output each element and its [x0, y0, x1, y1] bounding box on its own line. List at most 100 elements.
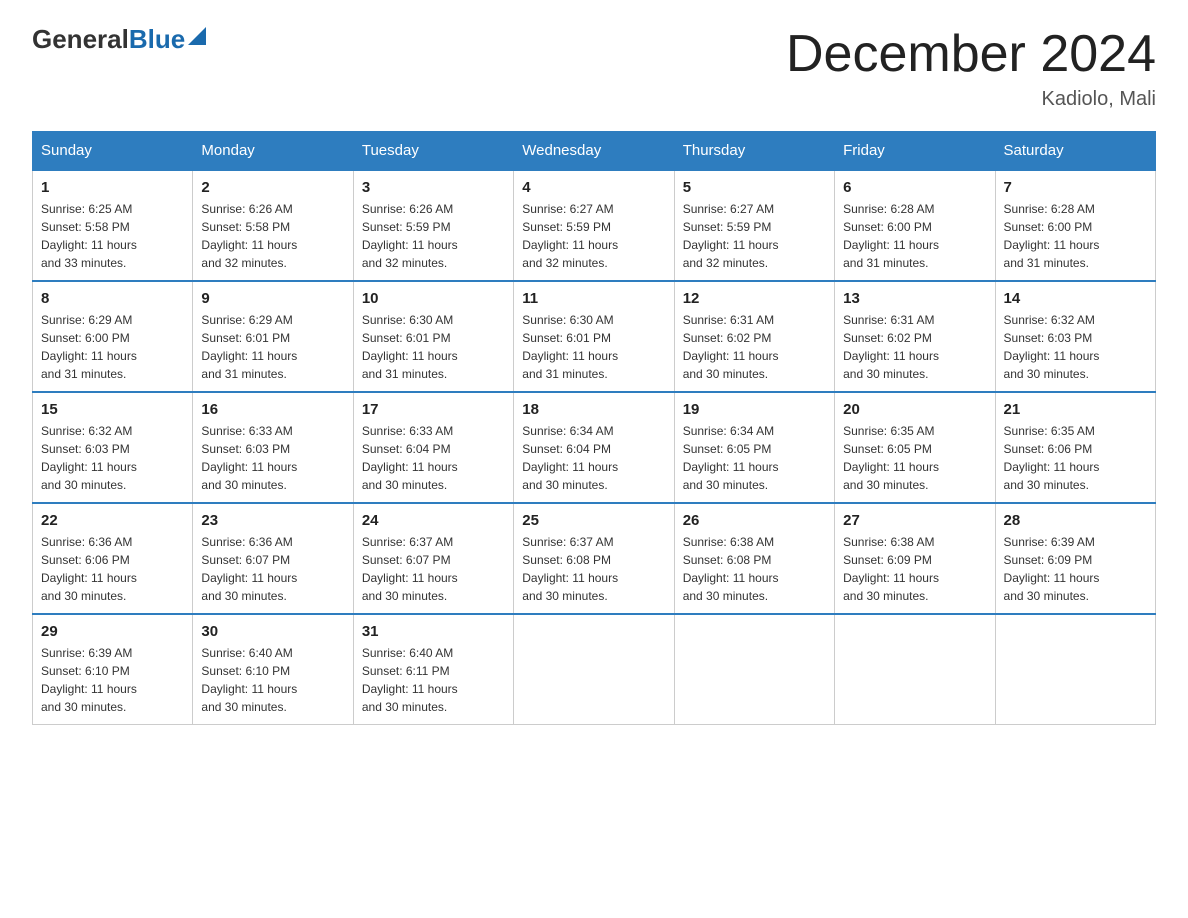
calendar-day-cell: 4 Sunrise: 6:27 AM Sunset: 5:59 PM Dayli… [514, 170, 674, 281]
day-number: 8 [41, 290, 184, 307]
day-number: 18 [522, 401, 665, 418]
day-number: 19 [683, 401, 826, 418]
calendar-day-cell: 28 Sunrise: 6:39 AM Sunset: 6:09 PM Dayl… [995, 503, 1155, 614]
calendar-header-tuesday: Tuesday [353, 132, 513, 171]
calendar-header-friday: Friday [835, 132, 995, 171]
day-number: 22 [41, 512, 184, 529]
day-number: 28 [1004, 512, 1147, 529]
day-number: 25 [522, 512, 665, 529]
calendar-day-cell: 9 Sunrise: 6:29 AM Sunset: 6:01 PM Dayli… [193, 281, 353, 392]
day-info: Sunrise: 6:35 AM Sunset: 6:06 PM Dayligh… [1004, 422, 1147, 494]
day-info: Sunrise: 6:31 AM Sunset: 6:02 PM Dayligh… [683, 311, 826, 383]
calendar-day-cell: 15 Sunrise: 6:32 AM Sunset: 6:03 PM Dayl… [33, 392, 193, 503]
day-number: 2 [201, 179, 344, 196]
day-number: 30 [201, 623, 344, 640]
calendar-day-cell: 22 Sunrise: 6:36 AM Sunset: 6:06 PM Dayl… [33, 503, 193, 614]
calendar-day-cell: 1 Sunrise: 6:25 AM Sunset: 5:58 PM Dayli… [33, 170, 193, 281]
calendar-day-cell: 20 Sunrise: 6:35 AM Sunset: 6:05 PM Dayl… [835, 392, 995, 503]
logo-blue-text: Blue [129, 24, 185, 55]
day-number: 21 [1004, 401, 1147, 418]
calendar-day-cell: 30 Sunrise: 6:40 AM Sunset: 6:10 PM Dayl… [193, 614, 353, 725]
logo-blue-part: Blue [129, 24, 206, 55]
day-number: 17 [362, 401, 505, 418]
day-info: Sunrise: 6:27 AM Sunset: 5:59 PM Dayligh… [683, 200, 826, 272]
day-number: 24 [362, 512, 505, 529]
day-info: Sunrise: 6:37 AM Sunset: 6:08 PM Dayligh… [522, 533, 665, 605]
calendar-day-cell: 23 Sunrise: 6:36 AM Sunset: 6:07 PM Dayl… [193, 503, 353, 614]
day-info: Sunrise: 6:34 AM Sunset: 6:05 PM Dayligh… [683, 422, 826, 494]
calendar-day-cell: 7 Sunrise: 6:28 AM Sunset: 6:00 PM Dayli… [995, 170, 1155, 281]
calendar-day-cell: 17 Sunrise: 6:33 AM Sunset: 6:04 PM Dayl… [353, 392, 513, 503]
calendar-day-cell: 27 Sunrise: 6:38 AM Sunset: 6:09 PM Dayl… [835, 503, 995, 614]
calendar-day-cell: 14 Sunrise: 6:32 AM Sunset: 6:03 PM Dayl… [995, 281, 1155, 392]
day-number: 3 [362, 179, 505, 196]
day-info: Sunrise: 6:38 AM Sunset: 6:09 PM Dayligh… [843, 533, 986, 605]
calendar-week-row: 8 Sunrise: 6:29 AM Sunset: 6:00 PM Dayli… [33, 281, 1156, 392]
calendar-header-wednesday: Wednesday [514, 132, 674, 171]
day-info: Sunrise: 6:26 AM Sunset: 5:58 PM Dayligh… [201, 200, 344, 272]
day-number: 20 [843, 401, 986, 418]
day-info: Sunrise: 6:34 AM Sunset: 6:04 PM Dayligh… [522, 422, 665, 494]
calendar-day-cell: 5 Sunrise: 6:27 AM Sunset: 5:59 PM Dayli… [674, 170, 834, 281]
calendar-day-cell [514, 614, 674, 725]
calendar-week-row: 22 Sunrise: 6:36 AM Sunset: 6:06 PM Dayl… [33, 503, 1156, 614]
day-number: 12 [683, 290, 826, 307]
calendar-header-row: SundayMondayTuesdayWednesdayThursdayFrid… [33, 132, 1156, 171]
day-info: Sunrise: 6:39 AM Sunset: 6:09 PM Dayligh… [1004, 533, 1147, 605]
calendar-header-thursday: Thursday [674, 132, 834, 171]
day-number: 13 [843, 290, 986, 307]
day-info: Sunrise: 6:39 AM Sunset: 6:10 PM Dayligh… [41, 644, 184, 716]
day-info: Sunrise: 6:37 AM Sunset: 6:07 PM Dayligh… [362, 533, 505, 605]
day-info: Sunrise: 6:30 AM Sunset: 6:01 PM Dayligh… [522, 311, 665, 383]
location-subtitle: Kadiolo, Mali [786, 88, 1156, 111]
calendar-day-cell: 12 Sunrise: 6:31 AM Sunset: 6:02 PM Dayl… [674, 281, 834, 392]
calendar-day-cell: 29 Sunrise: 6:39 AM Sunset: 6:10 PM Dayl… [33, 614, 193, 725]
day-number: 15 [41, 401, 184, 418]
day-info: Sunrise: 6:26 AM Sunset: 5:59 PM Dayligh… [362, 200, 505, 272]
calendar-day-cell [674, 614, 834, 725]
header: General Blue December 2024 Kadiolo, Mali [32, 24, 1156, 111]
calendar-day-cell: 10 Sunrise: 6:30 AM Sunset: 6:01 PM Dayl… [353, 281, 513, 392]
title-area: December 2024 Kadiolo, Mali [786, 24, 1156, 111]
logo-arrow-icon [188, 27, 206, 45]
calendar-week-row: 15 Sunrise: 6:32 AM Sunset: 6:03 PM Dayl… [33, 392, 1156, 503]
day-number: 6 [843, 179, 986, 196]
day-number: 11 [522, 290, 665, 307]
day-number: 10 [362, 290, 505, 307]
day-info: Sunrise: 6:32 AM Sunset: 6:03 PM Dayligh… [1004, 311, 1147, 383]
day-number: 14 [1004, 290, 1147, 307]
day-number: 27 [843, 512, 986, 529]
logo-general-text: General [32, 24, 129, 55]
calendar-header-saturday: Saturday [995, 132, 1155, 171]
day-info: Sunrise: 6:36 AM Sunset: 6:06 PM Dayligh… [41, 533, 184, 605]
day-info: Sunrise: 6:29 AM Sunset: 6:00 PM Dayligh… [41, 311, 184, 383]
calendar-day-cell: 25 Sunrise: 6:37 AM Sunset: 6:08 PM Dayl… [514, 503, 674, 614]
calendar-day-cell: 19 Sunrise: 6:34 AM Sunset: 6:05 PM Dayl… [674, 392, 834, 503]
day-info: Sunrise: 6:38 AM Sunset: 6:08 PM Dayligh… [683, 533, 826, 605]
calendar-day-cell [835, 614, 995, 725]
day-number: 1 [41, 179, 184, 196]
day-number: 26 [683, 512, 826, 529]
calendar-day-cell: 6 Sunrise: 6:28 AM Sunset: 6:00 PM Dayli… [835, 170, 995, 281]
day-info: Sunrise: 6:32 AM Sunset: 6:03 PM Dayligh… [41, 422, 184, 494]
calendar-day-cell: 18 Sunrise: 6:34 AM Sunset: 6:04 PM Dayl… [514, 392, 674, 503]
calendar-day-cell: 21 Sunrise: 6:35 AM Sunset: 6:06 PM Dayl… [995, 392, 1155, 503]
calendar-header-sunday: Sunday [33, 132, 193, 171]
calendar-day-cell: 16 Sunrise: 6:33 AM Sunset: 6:03 PM Dayl… [193, 392, 353, 503]
day-info: Sunrise: 6:31 AM Sunset: 6:02 PM Dayligh… [843, 311, 986, 383]
calendar-week-row: 1 Sunrise: 6:25 AM Sunset: 5:58 PM Dayli… [33, 170, 1156, 281]
day-info: Sunrise: 6:29 AM Sunset: 6:01 PM Dayligh… [201, 311, 344, 383]
calendar-week-row: 29 Sunrise: 6:39 AM Sunset: 6:10 PM Dayl… [33, 614, 1156, 725]
logo: General Blue [32, 24, 206, 55]
calendar-day-cell: 26 Sunrise: 6:38 AM Sunset: 6:08 PM Dayl… [674, 503, 834, 614]
day-info: Sunrise: 6:33 AM Sunset: 6:03 PM Dayligh… [201, 422, 344, 494]
day-number: 23 [201, 512, 344, 529]
day-info: Sunrise: 6:40 AM Sunset: 6:11 PM Dayligh… [362, 644, 505, 716]
calendar-day-cell: 24 Sunrise: 6:37 AM Sunset: 6:07 PM Dayl… [353, 503, 513, 614]
day-info: Sunrise: 6:40 AM Sunset: 6:10 PM Dayligh… [201, 644, 344, 716]
day-info: Sunrise: 6:28 AM Sunset: 6:00 PM Dayligh… [1004, 200, 1147, 272]
day-info: Sunrise: 6:33 AM Sunset: 6:04 PM Dayligh… [362, 422, 505, 494]
calendar-day-cell: 11 Sunrise: 6:30 AM Sunset: 6:01 PM Dayl… [514, 281, 674, 392]
day-info: Sunrise: 6:36 AM Sunset: 6:07 PM Dayligh… [201, 533, 344, 605]
day-number: 9 [201, 290, 344, 307]
